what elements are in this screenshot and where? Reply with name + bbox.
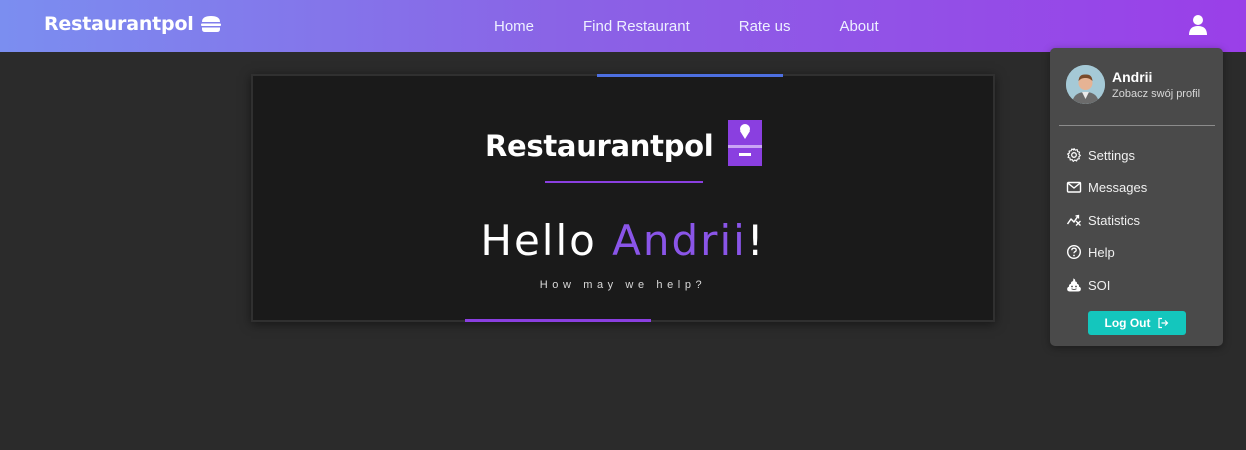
poop-icon — [1067, 278, 1081, 292]
hero-tagline: How may we help? — [539, 279, 707, 291]
hero-bottom-accent — [465, 319, 651, 322]
brand-name[interactable]: Restaurantpol — [44, 13, 194, 35]
menu-item-statistics[interactable]: Statistics — [1066, 211, 1140, 229]
top-navbar: Restaurantpol Home Find Restaurant Rate … — [0, 0, 1246, 52]
menu-item-help[interactable]: Help — [1066, 243, 1115, 261]
nav-link-rate-us[interactable]: Rate us — [739, 18, 791, 35]
greeting-prefix: Hello — [480, 216, 613, 265]
nav-link-find-restaurant[interactable]: Find Restaurant — [583, 18, 690, 35]
gear-icon — [1067, 147, 1081, 162]
menu-item-soi[interactable]: SOI — [1066, 276, 1110, 294]
sign-out-icon — [1158, 317, 1169, 329]
hero-brand: Restaurantpol — [485, 120, 763, 166]
greeting-user-name: Andrii — [612, 216, 747, 265]
ice-cream-logo-icon — [728, 120, 763, 166]
burger-icon — [200, 16, 221, 32]
greeting-suffix: ! — [746, 216, 766, 265]
user-dropdown-menu: Andrii Zobacz swój profil Settings Messa… — [1050, 48, 1223, 346]
menu-item-settings[interactable]: Settings — [1066, 146, 1135, 164]
menu-label-settings: Settings — [1088, 147, 1135, 163]
avatar[interactable] — [1066, 65, 1105, 104]
menu-divider — [1059, 125, 1215, 126]
menu-label-soi: SOI — [1088, 277, 1111, 293]
hero-card: Restaurantpol Hello Andrii! How may we h… — [251, 74, 995, 322]
nav-link-about[interactable]: About — [839, 18, 878, 35]
logout-button[interactable]: Log Out — [1088, 311, 1186, 335]
logout-label: Log Out — [1104, 316, 1151, 330]
menu-label-messages: Messages — [1088, 179, 1148, 195]
hero-greeting: Hello Andrii! — [253, 216, 993, 265]
profile-name[interactable]: Andrii — [1112, 69, 1152, 85]
nav-links: Home Find Restaurant Rate us About — [494, 0, 928, 52]
question-icon — [1066, 244, 1082, 260]
view-profile-link[interactable]: Zobacz swój profil — [1112, 88, 1200, 100]
envelope-icon — [1066, 181, 1082, 193]
menu-label-help: Help — [1088, 244, 1115, 260]
menu-item-messages[interactable]: Messages — [1066, 178, 1147, 196]
brand-logo[interactable]: Restaurantpol — [44, 13, 222, 35]
user-icon[interactable] — [1187, 14, 1209, 36]
hero-brand-underline — [545, 181, 703, 183]
hero-top-accent — [597, 74, 783, 77]
nav-link-home[interactable]: Home — [494, 18, 534, 35]
chart-icon — [1066, 214, 1081, 226]
menu-label-statistics: Statistics — [1088, 212, 1141, 228]
hero-brand-name: Restaurantpol — [485, 129, 714, 163]
